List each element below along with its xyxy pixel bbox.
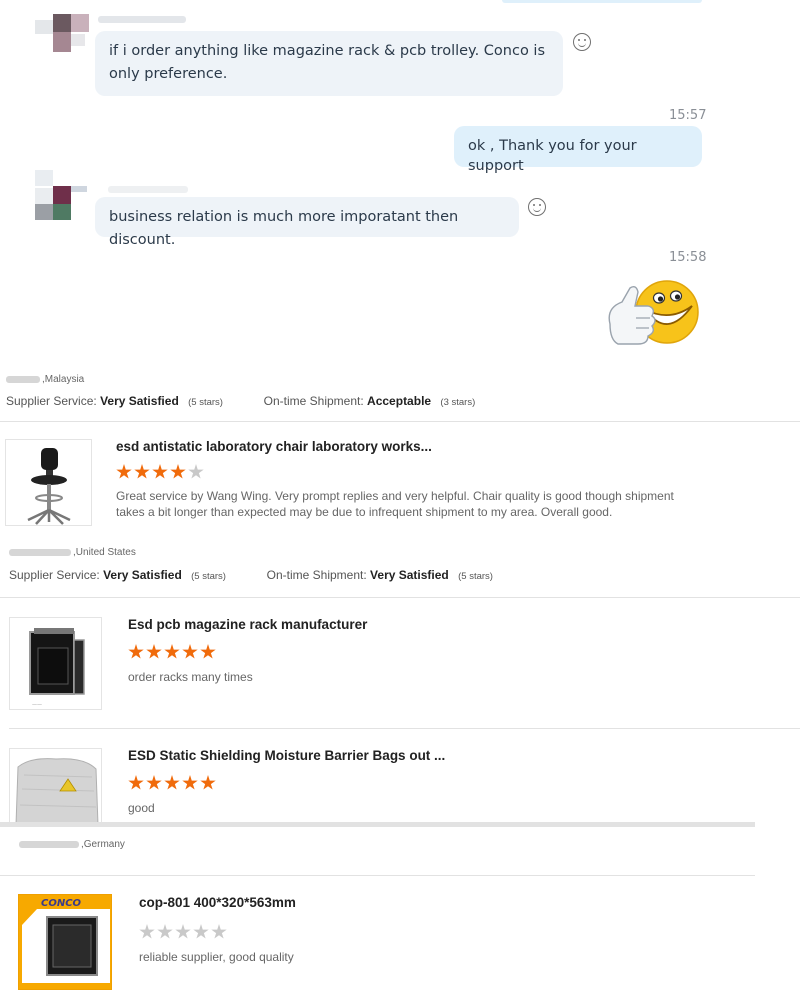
product-rating xyxy=(116,464,206,482)
star-filled-icon xyxy=(200,644,216,659)
star-filled-icon xyxy=(182,644,198,659)
shipment-stars: (3 stars) xyxy=(440,397,476,408)
shipment-value: Acceptable xyxy=(367,394,432,408)
svg-text:——: —— xyxy=(32,702,42,708)
magazine-rack-image: —— xyxy=(29,628,85,708)
shielding-bag-image xyxy=(15,758,99,823)
message-text: ok , Thank you for your support xyxy=(468,138,637,174)
reviewer-name-blur xyxy=(6,375,40,383)
country-name: Malaysia xyxy=(44,374,85,385)
country-name: Germany xyxy=(83,839,125,850)
message-text: if i order anything like magazine rack &… xyxy=(109,43,546,82)
star-filled-icon xyxy=(170,464,186,479)
product-rating xyxy=(128,775,228,793)
star-filled-icon xyxy=(116,464,132,479)
star-filled-icon xyxy=(152,464,168,479)
product-thumbnail[interactable]: CONCO xyxy=(18,894,112,990)
divider xyxy=(0,875,755,876)
divider xyxy=(9,728,800,729)
star-filled-icon xyxy=(164,644,180,659)
product-title[interactable]: cop-801 400*320*563mm xyxy=(139,895,296,910)
shipment-label: On-time Shipment: xyxy=(263,394,364,408)
section-band xyxy=(0,822,755,827)
conco-rack-image: CONCO xyxy=(19,895,111,989)
review-comment: reliable supplier, good quality xyxy=(139,950,294,964)
product-rating xyxy=(139,924,239,942)
thumbs-up-grin-emoji xyxy=(608,280,699,345)
message-text: business relation is much more imporatan… xyxy=(109,209,459,248)
review-comment: Great service by Wang Wing. Very prompt … xyxy=(116,489,674,519)
reviewer-country: ,Malaysia xyxy=(6,374,84,385)
product-thumbnail[interactable]: —— xyxy=(9,617,102,710)
emoji-reaction-icon[interactable] xyxy=(573,33,591,51)
product-title[interactable]: ESD Static Shielding Moisture Barrier Ba… xyxy=(128,748,445,763)
reviewer-name-blur xyxy=(19,840,79,848)
product-rating xyxy=(128,644,228,662)
emoji-reaction-icon[interactable] xyxy=(528,198,546,216)
supplier-service-label: Supplier Service: xyxy=(9,568,100,582)
reviewer-country: ,Germany xyxy=(19,839,125,850)
lab-chair-image xyxy=(27,448,71,525)
conco-logo-text: CONCO xyxy=(41,898,82,909)
review-comment: good xyxy=(128,801,155,815)
outgoing-message-bubble: ok , Thank you for your support xyxy=(454,126,702,174)
supplier-service-stars: (5 stars) xyxy=(191,571,226,582)
product-title[interactable]: Esd pcb magazine rack manufacturer xyxy=(128,617,367,632)
message-time: 15:57 xyxy=(669,108,707,123)
star-empty-icon xyxy=(175,924,191,939)
supplier-ratings: Supplier Service: Very Satisfied (5 star… xyxy=(9,568,493,582)
country-name: United States xyxy=(75,547,136,558)
product-title[interactable]: esd antistatic laboratory chair laborato… xyxy=(116,439,432,454)
contact-name xyxy=(108,186,188,193)
shipment-value: Very Satisfied xyxy=(370,568,449,582)
star-empty-icon xyxy=(193,924,209,939)
star-filled-icon xyxy=(146,644,162,659)
star-empty-icon xyxy=(188,464,204,479)
contact-name xyxy=(98,16,186,23)
supplier-service-stars: (5 stars) xyxy=(188,397,223,408)
star-filled-icon xyxy=(128,775,144,790)
contact-avatar xyxy=(35,14,91,54)
product-thumbnail[interactable] xyxy=(9,748,102,824)
star-filled-icon xyxy=(200,775,216,790)
star-filled-icon xyxy=(146,775,162,790)
star-filled-icon xyxy=(128,644,144,659)
chat-panel: if i order anything like magazine rack &… xyxy=(0,0,800,360)
product-thumbnail[interactable] xyxy=(5,439,92,526)
star-filled-icon xyxy=(182,775,198,790)
supplier-service-value: Very Satisfied xyxy=(103,568,182,582)
star-empty-icon xyxy=(139,924,155,939)
reviewer-country: ,United States xyxy=(9,547,136,558)
shipment-stars: (5 stars) xyxy=(458,571,493,582)
supplier-service-value: Very Satisfied xyxy=(100,394,179,408)
review-comment: order racks many times xyxy=(128,670,253,684)
message-time: 15:58 xyxy=(669,250,707,265)
divider xyxy=(0,421,800,422)
star-empty-icon xyxy=(211,924,227,939)
previous-message-bubble xyxy=(502,0,702,3)
supplier-service-label: Supplier Service: xyxy=(6,394,97,408)
shipment-label: On-time Shipment: xyxy=(266,568,367,582)
supplier-ratings: Supplier Service: Very Satisfied (5 star… xyxy=(6,394,475,408)
contact-avatar xyxy=(35,170,91,222)
divider xyxy=(0,597,800,598)
reviewer-name-blur xyxy=(9,548,71,556)
star-filled-icon xyxy=(134,464,150,479)
message-bubble: if i order anything like magazine rack &… xyxy=(95,31,563,96)
star-empty-icon xyxy=(157,924,173,939)
star-filled-icon xyxy=(164,775,180,790)
message-bubble: business relation is much more imporatan… xyxy=(95,197,519,248)
